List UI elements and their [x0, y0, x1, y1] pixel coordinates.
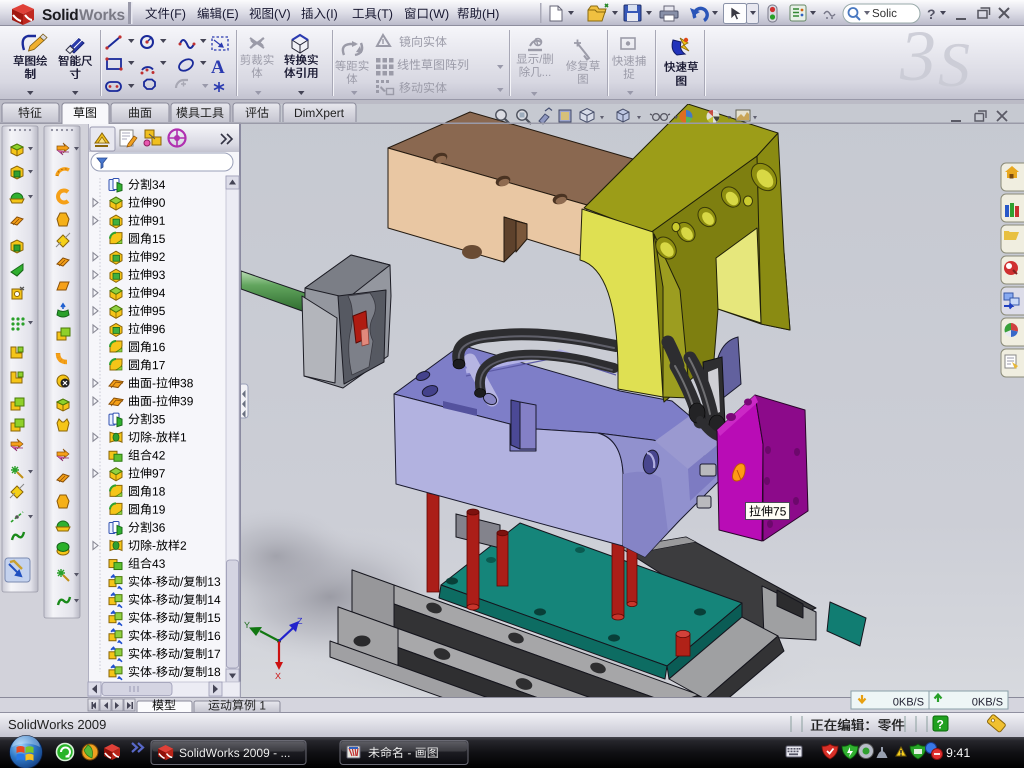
svg-text:?: ? [927, 6, 936, 22]
svg-text:A: A [211, 57, 225, 78]
svg-text:?: ? [937, 718, 944, 732]
svg-text:3: 3 [899, 16, 936, 96]
svg-text:S: S [938, 29, 970, 100]
